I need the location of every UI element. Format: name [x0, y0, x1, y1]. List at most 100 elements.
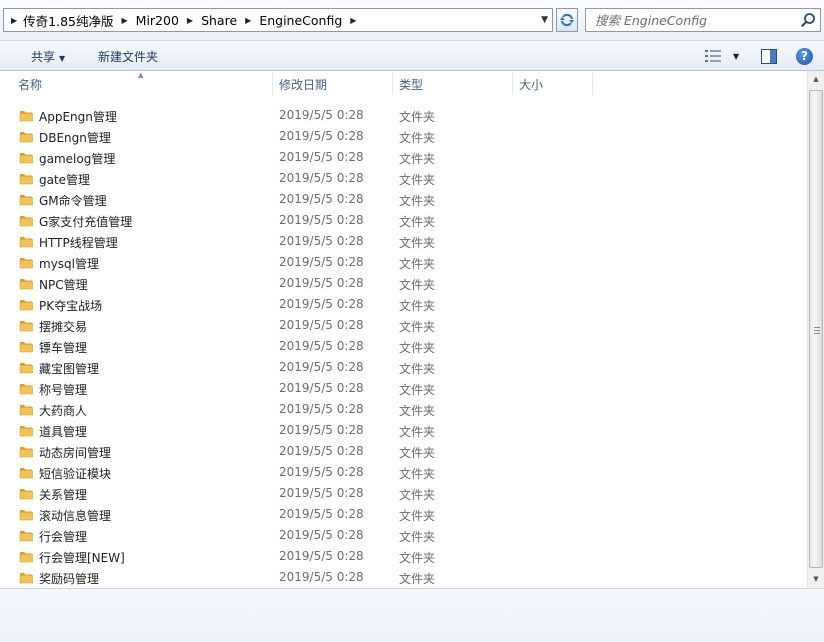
file-date: 2019/5/5 0:28 — [279, 171, 364, 185]
refresh-button[interactable] — [556, 8, 578, 32]
file-date: 2019/5/5 0:28 — [279, 192, 364, 206]
file-date: 2019/5/5 0:28 — [279, 150, 364, 164]
breadcrumb-separator[interactable]: ▶ — [187, 16, 193, 25]
file-row[interactable]: 称号管理 2019/5/5 0:28 文件夹 — [0, 378, 807, 399]
new-folder-button[interactable]: 新建文件夹 — [98, 48, 158, 65]
file-name: 摆摊交易 — [39, 320, 88, 334]
column-header-name[interactable]: 名称 — [12, 71, 272, 99]
chevron-down-icon[interactable]: ▼ — [733, 52, 739, 61]
file-date: 2019/5/5 0:28 — [279, 402, 364, 416]
breadcrumb-item[interactable]: Share — [201, 13, 237, 28]
file-type: 文件夹 — [399, 257, 436, 271]
file-row[interactable]: 道具管理 2019/5/5 0:28 文件夹 — [0, 420, 807, 441]
search-box[interactable] — [585, 8, 821, 32]
file-date: 2019/5/5 0:28 — [279, 381, 364, 395]
file-row[interactable]: 藏宝图管理 2019/5/5 0:28 文件夹 — [0, 357, 807, 378]
breadcrumb-root-arrow[interactable]: ▶ — [11, 16, 17, 25]
share-button[interactable]: 共享 ▼ — [31, 48, 65, 65]
file-date: 2019/5/5 0:28 — [279, 486, 364, 500]
scrollbar-grip — [814, 327, 820, 328]
file-row[interactable]: 摆摊交易 2019/5/5 0:28 文件夹 — [0, 315, 807, 336]
file-row[interactable]: 镖车管理 2019/5/5 0:28 文件夹 — [0, 336, 807, 357]
file-date: 2019/5/5 0:28 — [279, 318, 364, 332]
breadcrumb-separator[interactable]: ▶ — [245, 16, 251, 25]
help-button[interactable]: ? — [796, 48, 813, 65]
address-history-dropdown-icon[interactable]: ▼ — [541, 15, 548, 25]
file-row[interactable]: 滚动信息管理 2019/5/5 0:28 文件夹 — [0, 504, 807, 525]
address-bar[interactable]: ▶ 传奇1.85纯净版 ▶ Mir200 ▶ Share ▶ EngineCon… — [3, 8, 553, 32]
file-row[interactable]: 动态房间管理 2019/5/5 0:28 文件夹 — [0, 441, 807, 462]
file-row[interactable]: HTTP线程管理 2019/5/5 0:28 文件夹 — [0, 231, 807, 252]
file-date: 2019/5/5 0:28 — [279, 570, 364, 584]
file-type: 文件夹 — [399, 383, 436, 397]
scrollbar-thumb[interactable] — [809, 90, 823, 568]
file-row[interactable]: 行会管理 2019/5/5 0:28 文件夹 — [0, 525, 807, 546]
file-row[interactable]: 关系管理 2019/5/5 0:28 文件夹 — [0, 483, 807, 504]
file-name: 大药商人 — [39, 404, 88, 418]
file-name: NPC管理 — [39, 278, 88, 292]
file-type: 文件夹 — [399, 551, 436, 565]
folder-icon — [19, 510, 33, 521]
file-row[interactable]: mysql管理 2019/5/5 0:28 文件夹 — [0, 252, 807, 273]
file-type: 文件夹 — [399, 299, 436, 313]
file-row[interactable]: G家支付充值管理 2019/5/5 0:28 文件夹 — [0, 210, 807, 231]
file-date: 2019/5/5 0:28 — [279, 234, 364, 248]
file-date: 2019/5/5 0:28 — [279, 108, 364, 122]
file-name: DBEngn管理 — [39, 131, 111, 145]
column-header-date[interactable]: 修改日期 — [273, 71, 393, 99]
file-row[interactable]: PK夺宝战场 2019/5/5 0:28 文件夹 — [0, 294, 807, 315]
file-name: 镖车管理 — [39, 341, 88, 355]
file-name: mysql管理 — [39, 257, 99, 271]
change-view-button[interactable]: ▼ — [705, 49, 739, 63]
breadcrumb-separator[interactable]: ▶ — [122, 16, 128, 25]
breadcrumb-item[interactable]: EngineConfig — [259, 13, 342, 28]
file-row[interactable]: 奖励码管理 2019/5/5 0:28 文件夹 — [0, 567, 807, 588]
file-date: 2019/5/5 0:28 — [279, 549, 364, 563]
file-type: 文件夹 — [399, 110, 436, 124]
file-row[interactable]: 短信验证模块 2019/5/5 0:28 文件夹 — [0, 462, 807, 483]
file-date: 2019/5/5 0:28 — [279, 444, 364, 458]
vertical-scrollbar[interactable]: ▲ ▼ — [807, 71, 824, 588]
file-list[interactable]: ▲ 名称 修改日期 类型 大小 AppEngn管理 2019/5/5 0:28 文件… — [0, 71, 807, 588]
breadcrumb-separator[interactable]: ▶ — [350, 16, 356, 25]
search-input[interactable] — [595, 9, 795, 31]
file-type: 文件夹 — [399, 194, 436, 208]
breadcrumb-item[interactable]: 传奇1.85纯净版 — [23, 11, 113, 30]
preview-pane-button[interactable] — [761, 49, 777, 67]
scroll-up-arrow-icon[interactable]: ▲ — [808, 71, 824, 88]
file-row[interactable]: GM命令管理 2019/5/5 0:28 文件夹 — [0, 189, 807, 210]
folder-icon — [19, 321, 33, 332]
file-date: 2019/5/5 0:28 — [279, 297, 364, 311]
preview-pane-icon — [761, 49, 777, 64]
file-name: HTTP线程管理 — [39, 236, 118, 250]
file-row[interactable]: 大药商人 2019/5/5 0:28 文件夹 — [0, 399, 807, 420]
scrollbar-grip — [814, 330, 820, 331]
file-type: 文件夹 — [399, 341, 436, 355]
file-type: 文件夹 — [399, 509, 436, 523]
file-type: 文件夹 — [399, 131, 436, 145]
file-type: 文件夹 — [399, 446, 436, 460]
folder-icon — [19, 405, 33, 416]
file-name: 藏宝图管理 — [39, 362, 100, 376]
column-divider[interactable] — [592, 73, 593, 95]
file-date: 2019/5/5 0:28 — [279, 423, 364, 437]
file-name: 滚动信息管理 — [39, 509, 112, 523]
file-type: 文件夹 — [399, 488, 436, 502]
folder-icon — [19, 384, 33, 395]
column-header-size[interactable]: 大小 — [513, 71, 593, 99]
file-row[interactable]: gamelog管理 2019/5/5 0:28 文件夹 — [0, 147, 807, 168]
column-header-type[interactable]: 类型 — [393, 71, 513, 99]
file-type: 文件夹 — [399, 467, 436, 481]
file-row[interactable]: 行会管理[NEW] 2019/5/5 0:28 文件夹 — [0, 546, 807, 567]
scroll-down-arrow-icon[interactable]: ▼ — [808, 571, 824, 588]
file-row[interactable]: AppEngn管理 2019/5/5 0:28 文件夹 — [0, 105, 807, 126]
file-row[interactable]: NPC管理 2019/5/5 0:28 文件夹 — [0, 273, 807, 294]
file-name: 短信验证模块 — [39, 467, 112, 481]
folder-icon — [19, 426, 33, 437]
folder-icon — [19, 237, 33, 248]
chevron-down-icon: ▼ — [59, 54, 66, 63]
search-icon[interactable] — [800, 12, 816, 28]
file-row[interactable]: gate管理 2019/5/5 0:28 文件夹 — [0, 168, 807, 189]
breadcrumb-item[interactable]: Mir200 — [136, 13, 179, 28]
file-row[interactable]: DBEngn管理 2019/5/5 0:28 文件夹 — [0, 126, 807, 147]
